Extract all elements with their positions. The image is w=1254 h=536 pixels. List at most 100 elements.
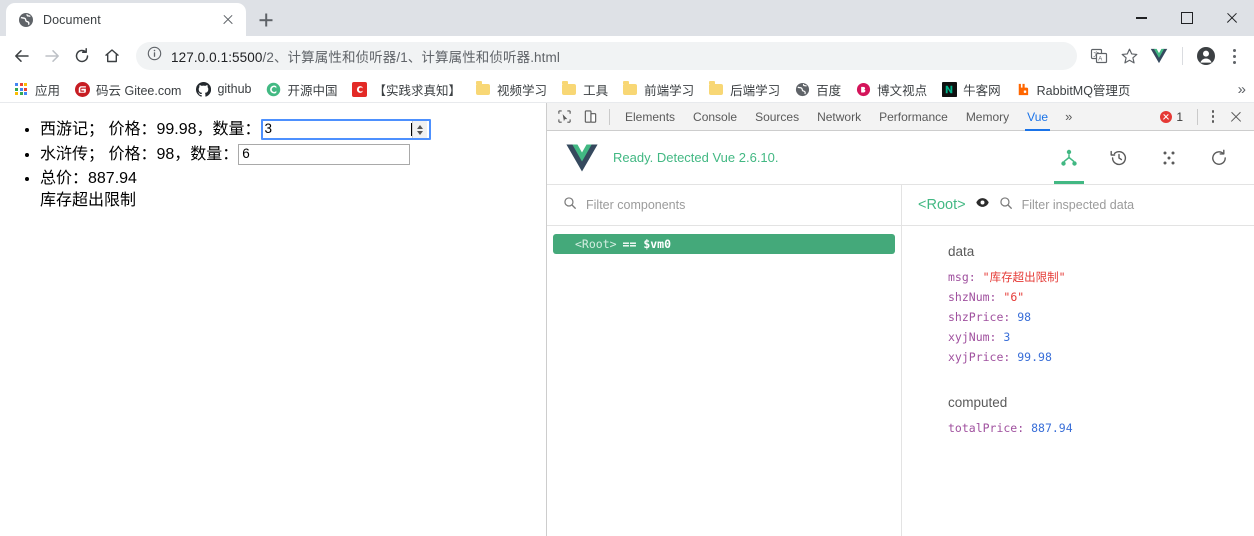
stock-warning-message: 库存超出限制 [40,192,137,209]
bookmark-baidu[interactable]: 百度 [787,79,848,99]
vuex-dots-icon[interactable] [1156,131,1182,184]
bookmark-folder-video[interactable]: 视频学习 [468,79,554,99]
data-entry[interactable]: xyjNum: 3 [948,327,1254,347]
page-viewport: 西游记； 价格：99.98，数量： 3 水浒传； 价格：98，数量： [0,103,546,536]
bookmark-apps[interactable]: 应用 [6,79,67,99]
number-stepper[interactable] [411,121,427,138]
profile-avatar-icon[interactable] [1192,42,1220,70]
back-arrow-icon[interactable] [8,42,36,70]
close-icon[interactable] [220,12,236,28]
bookmark-gitee[interactable]: 码云 Gitee.com [67,79,188,99]
error-badge[interactable]: 1 [1154,110,1189,124]
tab-sources[interactable]: Sources [746,103,808,131]
devtools-menu-icon[interactable] [1204,105,1222,129]
tab-console[interactable]: Console [684,103,746,131]
forward-arrow-icon[interactable] [38,42,66,70]
refresh-icon[interactable] [1206,131,1232,184]
bookmark-star-icon[interactable] [1115,42,1143,70]
inspected-component-name: <Root> [918,197,966,213]
eye-icon[interactable] [975,195,990,215]
item-label: 西游记； 价格：99.98，数量： [40,120,261,138]
nowcoder-icon [941,81,957,97]
window-controls [1119,0,1254,36]
url-path: /2、计算属性和侦听器/1、计算属性和侦听器.html [262,50,560,65]
bookmark-folder-backend[interactable]: 后端学习 [701,79,787,99]
chrome-menu-icon[interactable] [1222,42,1246,70]
tree-node-root[interactable]: <Root> == $vm0 [553,234,895,254]
component-filter-input[interactable]: Filter components [586,198,685,212]
entry-key: totalPrice [948,421,1018,435]
broadview-icon [855,81,871,97]
tab-performance[interactable]: Performance [870,103,957,131]
bookmark-oschina[interactable]: 开源中国 [259,79,345,99]
reload-icon[interactable] [68,42,96,70]
new-tab-button[interactable] [252,6,280,34]
bookmark-github[interactable]: github [188,79,258,99]
home-icon[interactable] [98,42,126,70]
bookmark-folder-frontend[interactable]: 前端学习 [615,79,701,99]
vue-logo-icon [565,143,599,173]
component-tree-icon[interactable] [1054,131,1084,184]
xyj-quantity-input[interactable]: 3 [260,119,431,140]
url-host: 127.0.0.1:5500 [171,50,263,65]
data-entry[interactable]: msg: "库存超出限制" [948,267,1254,287]
data-entry[interactable]: shzPrice: 98 [948,307,1254,327]
bookmark-label: 开源中国 [287,83,338,98]
vue-panel-body: Filter components <Root> == $vm0 <Root> [547,185,1254,536]
close-icon[interactable] [1209,0,1254,36]
address-bar[interactable]: 127.0.0.1:5500/2、计算属性和侦听器/1、计算属性和侦听器.htm… [136,42,1077,70]
entry-key: shzPrice [948,310,1004,324]
globe-icon [794,81,810,97]
tab-network[interactable]: Network [808,103,870,131]
bookmark-label: 【实践求真知】 [373,83,462,98]
bookmarks-overflow-icon[interactable]: » [1238,81,1246,98]
tab-elements[interactable]: Elements [616,103,684,131]
inspect-element-icon[interactable] [551,104,577,130]
tab-vue[interactable]: Vue [1018,103,1057,131]
error-icon [1160,110,1173,123]
search-icon [563,196,577,215]
devtools-close-icon[interactable] [1224,105,1248,129]
tab-memory[interactable]: Memory [957,103,1018,131]
chrome-window: Document 127.0.0.1:5500/2、计算属性和侦听器/1、计算属… [0,0,1254,536]
bookmark-label: 牛客网 [963,83,1001,98]
bookmark-folder-tools[interactable]: 工具 [554,79,615,99]
total-price-label: 总价：887.94 [40,170,137,187]
bookmark-label: 视频学习 [497,83,548,98]
component-tree: <Root> == $vm0 [547,226,901,536]
list-item: 总价：887.94 库存超出限制 [40,169,546,211]
component-filter-bar[interactable]: Filter components [547,185,901,226]
globe-icon [18,12,34,28]
bookmark-nowcoder[interactable]: 牛客网 [934,79,1008,99]
shz-quantity-input[interactable]: 6 [238,144,411,165]
item-label: 水浒传； 价格：98，数量： [40,145,239,163]
browser-tab[interactable]: Document [6,3,246,36]
device-toolbar-icon[interactable] [577,104,603,130]
computed-group: computed totalPrice: 887.94 [902,395,1254,438]
data-entry[interactable]: totalPrice: 887.94 [948,418,1254,438]
data-entry[interactable]: xyjPrice: 99.98 [948,347,1254,367]
stepper-down-icon[interactable] [416,130,423,135]
input-value: 3 [264,121,273,137]
tree-node-alias: == $vm0 [622,237,672,251]
data-group: data msg: "库存超出限制" shzNum: "6" shzPrice:… [902,244,1254,367]
folder-icon [475,81,491,97]
timeline-history-icon[interactable] [1106,131,1132,184]
stepper-up-icon[interactable] [416,124,423,129]
bookmark-rabbitmq[interactable]: RabbitMQ管理页 [1008,79,1138,99]
bookmark-csdn[interactable]: 【实践求真知】 [345,79,469,99]
data-entry[interactable]: shzNum: "6" [948,287,1254,307]
inspector-filter-input[interactable]: Filter inspected data [1022,198,1135,212]
info-circle-icon[interactable] [147,46,162,66]
inspector-filter-bar: <Root> Filter inspected data [902,185,1254,226]
minimize-icon[interactable] [1119,0,1164,36]
folder-icon [561,81,577,97]
more-tabs-chevron-icon[interactable]: » [1057,109,1080,124]
bookmark-broadview[interactable]: 博文视点 [848,79,934,99]
bookmark-label: 博文视点 [877,83,928,98]
vue-devtools-extension-icon[interactable] [1145,42,1173,70]
translate-icon[interactable]: 文 A [1085,42,1113,70]
book-list: 西游记； 价格：99.98，数量： 3 水浒传； 价格：98，数量： [0,119,546,211]
entry-value: 99.98 [1017,350,1052,364]
maximize-icon[interactable] [1164,0,1209,36]
